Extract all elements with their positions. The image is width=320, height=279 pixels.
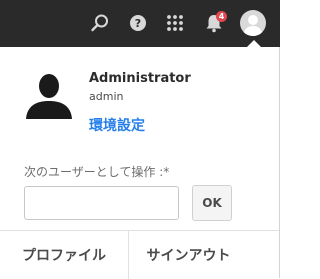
profile-button[interactable]: プロファイル: [0, 231, 129, 279]
impersonate-input[interactable]: [24, 186, 179, 220]
popover-footer: プロファイル サインアウト: [0, 230, 279, 279]
search-icon[interactable]: [88, 11, 112, 35]
user-id: admin: [89, 90, 124, 103]
popover-caret: [247, 40, 261, 47]
user-popover: Administrator admin 環境設定 次のユーザーとして操作 :* …: [0, 47, 280, 279]
notification-badge: 4: [216, 11, 227, 22]
apps-grid-icon[interactable]: [163, 11, 187, 35]
user-name: Administrator: [89, 71, 191, 86]
sign-out-button[interactable]: サインアウト: [129, 231, 248, 279]
preferences-link[interactable]: 環境設定: [89, 115, 145, 135]
user-avatar-icon[interactable]: [240, 10, 266, 36]
user-silhouette-icon: [24, 71, 74, 119]
help-icon[interactable]: ?: [126, 11, 150, 35]
top-bar: ? 4: [0, 0, 280, 47]
svg-text:?: ?: [135, 17, 141, 30]
impersonate-label: 次のユーザーとして操作 :*: [24, 165, 170, 179]
ok-button[interactable]: OK: [192, 185, 232, 221]
